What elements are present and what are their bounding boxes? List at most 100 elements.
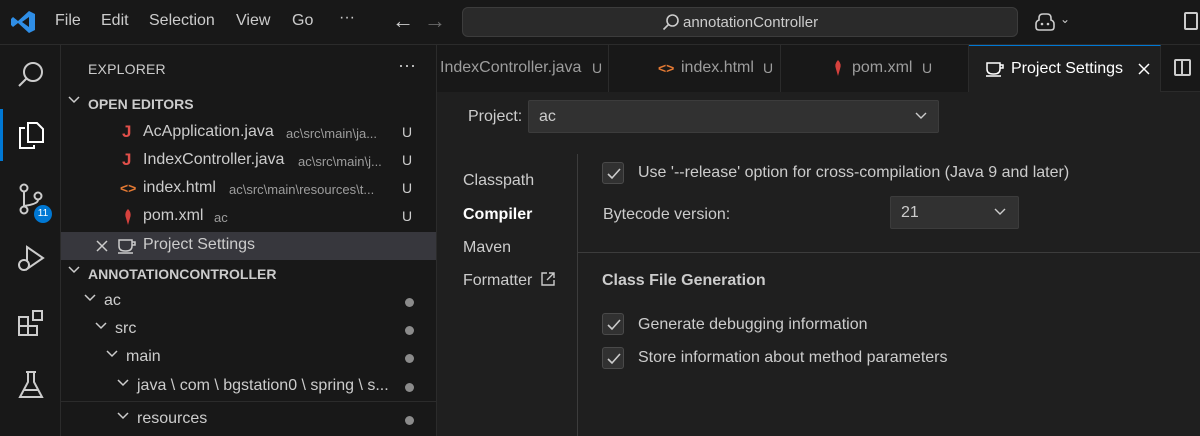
external-link-icon[interactable] [540, 271, 556, 287]
bytecode-version-value: 21 [901, 204, 919, 221]
check-icon [607, 353, 621, 365]
tab-status: U [922, 60, 933, 76]
tab-index-html[interactable]: <> index.html U [609, 45, 781, 92]
coffee-icon [986, 62, 1004, 77]
tree-folder[interactable]: resources [61, 406, 436, 434]
tab-status: U [592, 60, 603, 76]
command-center-text: annotationController [683, 14, 819, 31]
explorer-more-icon[interactable]: ··· [398, 55, 416, 76]
tree-folder[interactable]: src [61, 316, 436, 344]
java-file-icon: J [122, 122, 132, 141]
forward-arrow-icon[interactable]: → [424, 8, 446, 34]
class-file-generation-heading: Class File Generation [602, 272, 766, 289]
debug-info-checkbox[interactable] [602, 313, 624, 335]
menu-file[interactable]: File [55, 12, 81, 30]
bytecode-version-select[interactable]: 21 [890, 196, 1019, 229]
open-editor-name: pom.xml [143, 207, 204, 224]
tree-folder-name: main [126, 348, 161, 365]
copilot-icon[interactable] [1034, 12, 1056, 32]
copilot-chevron-down-icon[interactable]: ⌄ [1060, 12, 1070, 26]
menu-edit[interactable]: Edit [101, 12, 129, 30]
tab-project-settings[interactable]: Project Settings [969, 45, 1161, 92]
menu-selection[interactable]: Selection [149, 12, 215, 30]
project-select[interactable]: ac [528, 100, 939, 133]
nav-compiler[interactable]: Compiler [463, 206, 532, 224]
tab-label: IndexController.java [440, 59, 582, 76]
close-icon[interactable] [1138, 63, 1150, 75]
more-menu-icon[interactable]: ··· [339, 9, 355, 27]
title-bar: File Edit Selection View Go ··· ← → anno… [0, 0, 1200, 45]
untracked-status: U [402, 124, 413, 140]
tab-status: U [763, 60, 774, 76]
method-params-checkbox[interactable] [602, 347, 624, 369]
tab-pom-xml[interactable]: pom.xml U [781, 45, 969, 92]
extensions-icon [17, 310, 43, 336]
release-option-checkbox[interactable] [602, 162, 624, 184]
editor-tab-bar: IndexController.java U <> index.html U p… [437, 45, 1200, 92]
open-editor-path: ac [214, 210, 228, 225]
open-editor-item[interactable]: J IndexController.java ac\src\main\j... … [61, 147, 436, 175]
modified-dot [405, 416, 414, 425]
open-editor-name: index.html [143, 179, 216, 196]
back-arrow-icon[interactable]: ← [392, 8, 414, 34]
explorer-view-button[interactable] [0, 105, 61, 165]
project-section-header[interactable]: ANNOTATIONCONTROLLER [61, 260, 436, 288]
tab-label: Project Settings [1011, 60, 1124, 77]
open-editor-path: ac\src\main\resources\t... [229, 182, 375, 197]
nav-formatter[interactable]: Formatter [463, 272, 532, 290]
modified-dot [405, 326, 414, 335]
html-file-icon: <> [120, 180, 137, 196]
check-icon [607, 319, 621, 331]
nav-maven[interactable]: Maven [463, 239, 511, 257]
tree-folder-name: ac [104, 292, 121, 309]
open-editor-item[interactable]: pom.xml ac U [61, 203, 436, 231]
menu-view[interactable]: View [236, 12, 270, 30]
split-editor-icon[interactable] [1174, 59, 1191, 76]
open-editors-section-header[interactable]: OPEN EDITORS [61, 90, 436, 118]
tree-folder-name: resources [137, 410, 208, 427]
nav-classpath[interactable]: Classpath [463, 172, 534, 190]
maven-icon [835, 60, 841, 76]
open-editors-title: OPEN EDITORS [88, 96, 194, 112]
tree-folder[interactable]: main [61, 344, 436, 372]
tab-label: index.html [681, 59, 754, 76]
modified-dot [405, 354, 414, 363]
chevron-down-icon [994, 208, 1006, 215]
command-center-search[interactable]: annotationController [462, 7, 1018, 37]
chevron-down-icon [105, 347, 121, 367]
explorer-header: EXPLORER [88, 61, 166, 77]
debug-info-label: Generate debugging information [638, 316, 868, 333]
source-control-view-button[interactable]: 11 [0, 169, 61, 229]
search-icon [662, 14, 679, 31]
menu-go[interactable]: Go [292, 12, 313, 30]
html-file-icon: <> [658, 60, 675, 76]
chevron-down-icon [94, 319, 110, 339]
untracked-status: U [402, 208, 413, 224]
open-editor-path: ac\src\main\ja... [286, 126, 378, 141]
close-icon[interactable] [96, 240, 108, 252]
run-debug-view-button[interactable] [0, 229, 61, 289]
modified-dot [405, 298, 414, 307]
tab-index-controller[interactable]: IndexController.java U [437, 45, 609, 92]
extensions-view-button[interactable] [0, 293, 61, 353]
tab-label: pom.xml [852, 59, 913, 76]
open-editor-name: IndexController.java [143, 151, 285, 168]
open-editor-item[interactable]: J AcApplication.java ac\src\main\ja... U [61, 119, 436, 147]
testing-view-button[interactable] [0, 355, 61, 415]
vscode-logo-icon[interactable] [10, 9, 36, 35]
layout-icon[interactable] [1184, 12, 1198, 30]
search-view-button[interactable] [0, 45, 61, 105]
settings-divider-vertical [577, 154, 578, 436]
untracked-status: U [402, 180, 413, 196]
open-editor-item-selected[interactable]: Project Settings [61, 232, 436, 260]
tree-divider [61, 401, 436, 402]
tree-folder[interactable]: ac [61, 288, 436, 316]
open-editor-item[interactable]: <> index.html ac\src\main\resources\t...… [61, 175, 436, 203]
tree-folder[interactable]: java \ com \ bgstation0 \ spring \ s... [61, 373, 436, 401]
open-editor-name: AcApplication.java [143, 123, 274, 140]
chevron-down-icon [116, 376, 132, 396]
maven-icon [125, 209, 131, 225]
bytecode-version-label: Bytecode version: [603, 206, 731, 223]
chevron-down-icon [83, 291, 99, 311]
java-file-icon: J [122, 150, 132, 169]
